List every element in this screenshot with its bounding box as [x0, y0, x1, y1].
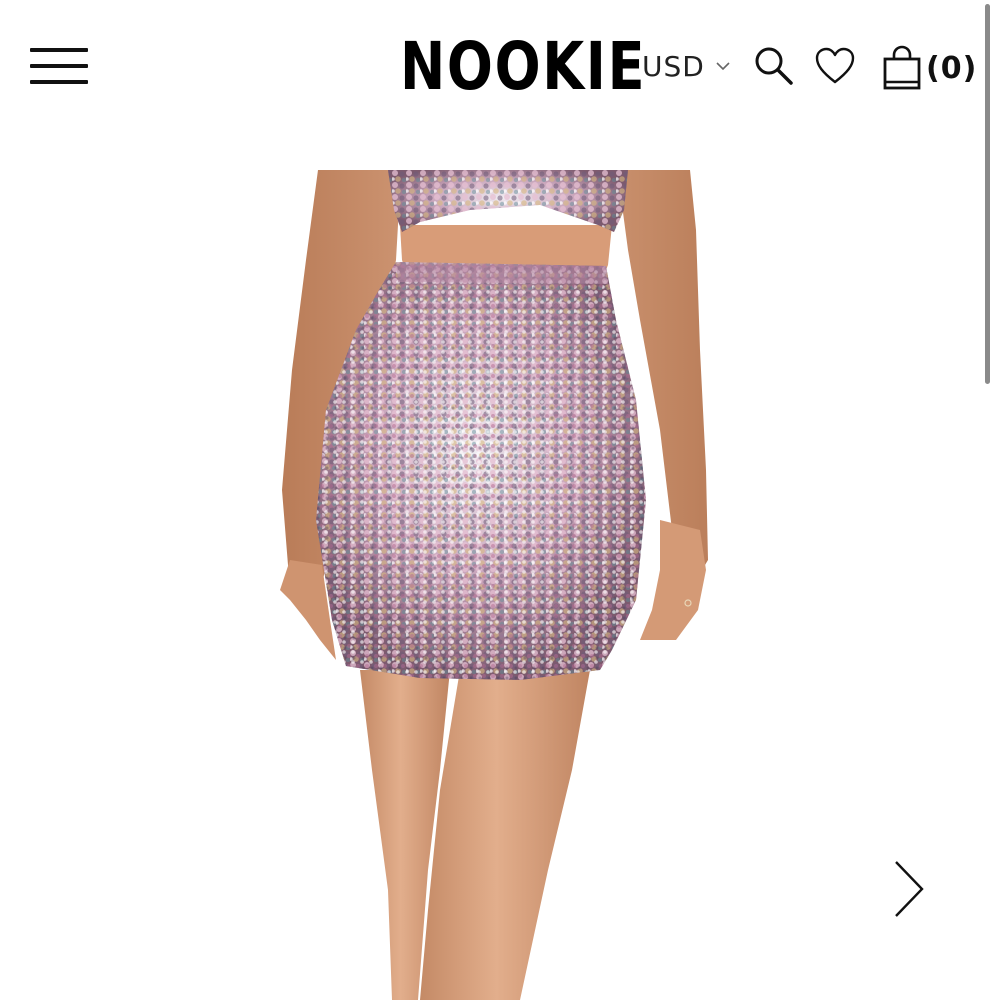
hamburger-line: [30, 48, 88, 52]
wishlist-button[interactable]: [814, 46, 856, 86]
shopping-bag-icon: [883, 45, 921, 90]
heart-icon: [815, 47, 855, 84]
product-photo: [280, 170, 708, 1000]
menu-button[interactable]: [30, 44, 90, 90]
currency-selector[interactable]: USD: [642, 46, 731, 86]
chevron-down-icon: [716, 62, 730, 71]
hamburger-line: [30, 80, 88, 84]
search-icon: [755, 47, 793, 85]
currency-label: USD: [642, 49, 705, 83]
chevron-right-icon: [895, 861, 924, 917]
brand-logo[interactable]: NOOKIE: [400, 30, 645, 104]
search-button[interactable]: [752, 44, 796, 88]
product-image[interactable]: [0, 170, 1000, 1000]
cart-button[interactable]: (0): [882, 44, 982, 92]
cart-count: (0): [926, 50, 978, 86]
product-page: NOOKIE USD (0): [0, 0, 1000, 1000]
site-header: NOOKIE USD (0): [0, 0, 1000, 384]
hamburger-line: [30, 64, 88, 68]
next-image-button[interactable]: [888, 858, 928, 920]
